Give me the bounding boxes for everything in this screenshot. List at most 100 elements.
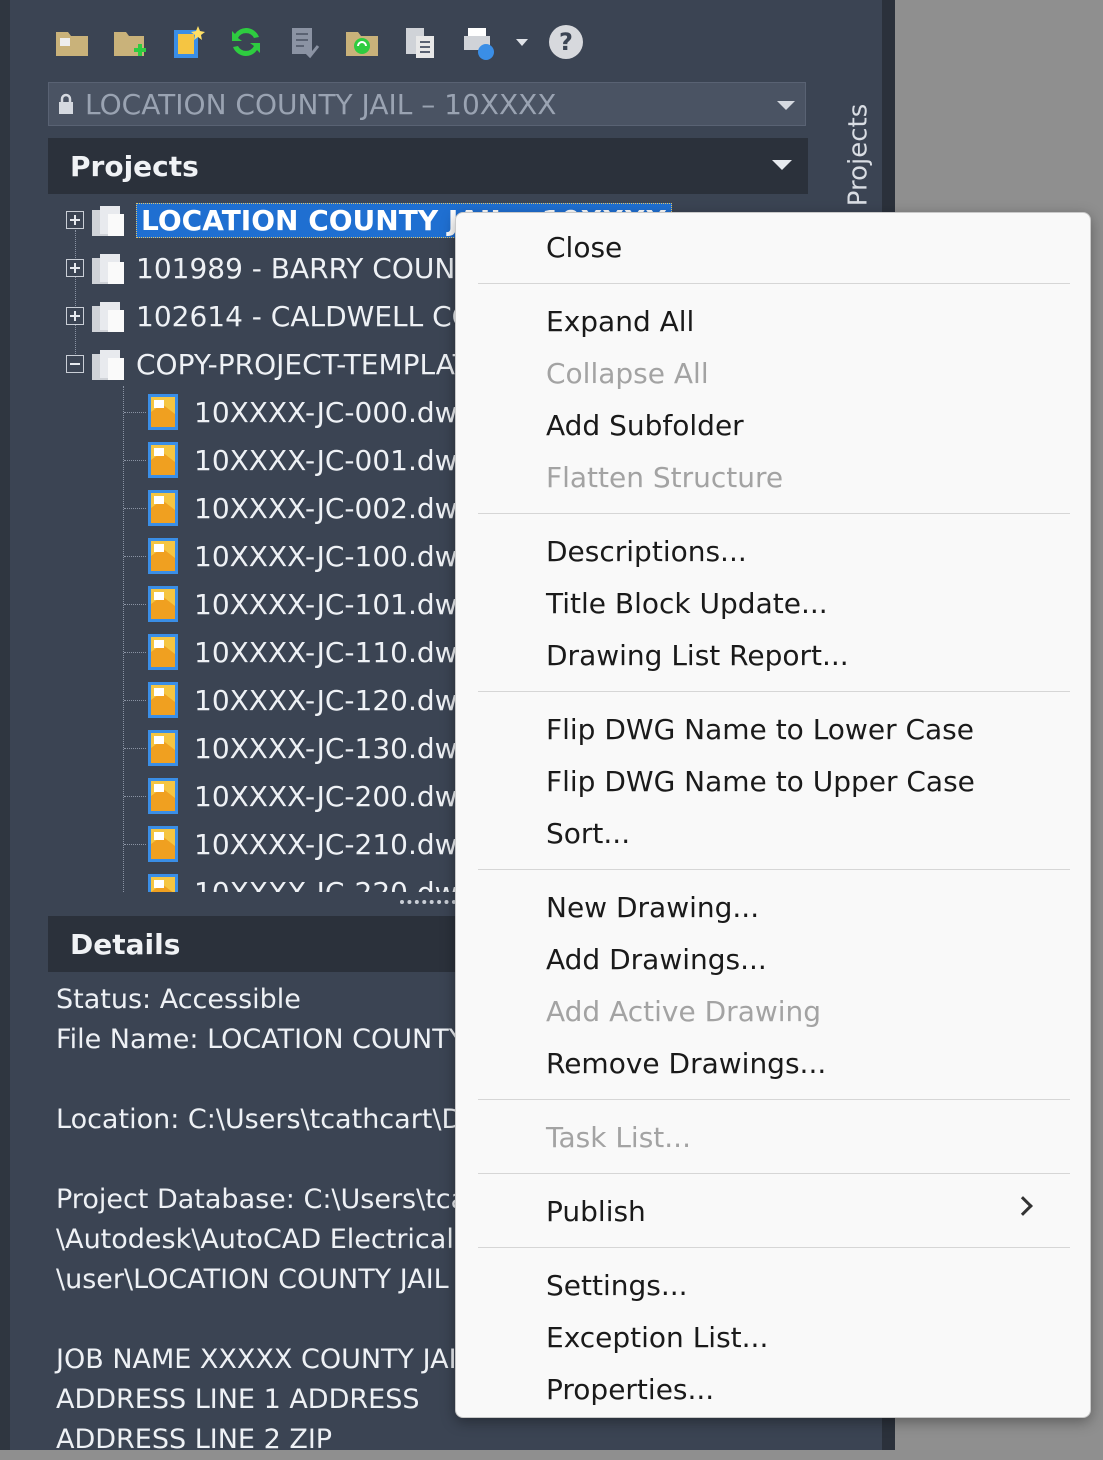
details-header-label: Details [70,927,181,961]
tree-drawing-item[interactable]: 10XXXX-JC-130.dwg [146,724,475,772]
tree-drawing-item[interactable]: 10XXXX-JC-120.dwg [146,676,475,724]
project-folder-icon [92,350,124,380]
menu-item-properties[interactable]: Properties... [546,1363,1066,1415]
tree-drawing-item[interactable]: 10XXXX-JC-001.dwg [146,436,475,484]
tree-drawing-label: 10XXXX-JC-002.dwg [194,491,476,525]
menu-item-flip-dwg-name-to-upper-case[interactable]: Flip DWG Name to Upper Case [546,755,1066,807]
menu-item-sort[interactable]: Sort... [546,807,1066,859]
project-folder-icon [92,206,124,236]
tree-guide-line [124,556,146,557]
menu-item-label: Collapse All [546,356,709,390]
replace-icon[interactable] [338,18,386,66]
tree-drawing-item[interactable]: 10XXXX-JC-200.dwg [146,772,475,820]
menu-item-close[interactable]: Close [546,221,1066,273]
menu-item-publish[interactable]: Publish [546,1185,1066,1237]
details-line: ADDRESS LINE 2 ZIP [56,1424,333,1455]
menu-item-add-subfolder[interactable]: Add Subfolder [546,399,1066,451]
tree-drawing-item[interactable]: 10XXXX-JC-220.dwg [146,868,475,892]
menu-separator [478,1099,1070,1100]
tree-guide-line [124,796,146,797]
chevron-down-icon [777,101,795,110]
menu-separator [478,1173,1070,1174]
help-icon[interactable]: ? [542,18,590,66]
refresh-icon[interactable] [222,18,270,66]
menu-separator [478,1247,1070,1248]
projects-header-label: Projects [70,149,199,183]
menu-item-label: Title Block Update... [546,586,828,620]
menu-item-task-list: Task List... [546,1111,1066,1163]
dwg-file-icon [148,730,178,766]
menu-item-flatten-structure: Flatten Structure [546,451,1066,503]
tree-project-item[interactable]: 101989 - BARRY COUNTY [66,244,490,292]
tree-drawing-label: 10XXXX-JC-120.dwg [194,683,476,717]
projects-header[interactable]: Projects [48,138,808,194]
lock-icon [57,93,83,115]
menu-item-drawing-list-report[interactable]: Drawing List Report... [546,629,1066,681]
menu-item-settings[interactable]: Settings... [546,1259,1066,1311]
tree-drawing-item[interactable]: 10XXXX-JC-002.dwg [146,484,475,532]
expand-plus-icon[interactable] [66,259,84,277]
menu-item-label: Flatten Structure [546,460,784,494]
project-dropdown[interactable]: LOCATION COUNTY JAIL – 10XXXX [48,82,806,126]
tree-project-item[interactable]: COPY-PROJECT-TEMPLATE [66,340,488,388]
check-icon[interactable] [280,18,328,66]
menu-item-label: Flip DWG Name to Upper Case [546,764,975,798]
menu-item-exception-list[interactable]: Exception List... [546,1311,1066,1363]
context-menu: Close Expand All Collapse All Add Subfolder… [455,212,1091,1418]
menu-item-new-drawing[interactable]: New Drawing... [546,881,1066,933]
tree-guide-line [124,844,146,845]
collapse-minus-icon[interactable] [66,355,84,373]
tree-drawing-label: 10XXXX-JC-101.dwg [194,587,476,621]
menu-separator [478,869,1070,870]
chevron-down-icon[interactable] [772,160,792,170]
dwg-file-icon [148,778,178,814]
tree-drawing-item[interactable]: 10XXXX-JC-101.dwg [146,580,475,628]
project-folder-icon [92,254,124,284]
left-edge [0,0,10,1450]
open-project-icon[interactable] [48,18,96,66]
tree-drawing-item[interactable]: 10XXXX-JC-210.dwg [146,820,475,868]
projects-side-tab[interactable]: Projects [838,100,878,210]
dwg-file-icon [148,634,178,670]
tree-drawing-item[interactable]: 10XXXX-JC-100.dwg [146,532,475,580]
tree-guide-line [124,508,146,509]
plot-icon[interactable] [454,18,502,66]
splitter-grip-icon [400,900,456,908]
list-icon[interactable] [396,18,444,66]
dwg-file-icon [148,874,178,892]
projects-side-tab-label: Projects [843,103,874,207]
project-dropdown-value: LOCATION COUNTY JAIL – 10XXXX [85,87,557,121]
menu-item-add-drawings[interactable]: Add Drawings... [546,933,1066,985]
project-toolbar: ? [48,18,590,66]
menu-item-label: Settings... [546,1268,688,1302]
new-drawing-icon[interactable] [164,18,212,66]
menu-item-label: Sort... [546,816,631,850]
tree-guide-line [124,412,146,413]
menu-item-remove-drawings[interactable]: Remove Drawings... [546,1037,1066,1089]
tree-drawing-label: 10XXXX-JC-130.dwg [194,731,476,765]
tree-drawing-label: 10XXXX-JC-210.dwg [194,827,476,861]
menu-item-label: New Drawing... [546,890,760,924]
tree-drawing-item[interactable]: 10XXXX-JC-110.dwg [146,628,475,676]
expand-plus-icon[interactable] [66,307,84,325]
menu-item-expand-all[interactable]: Expand All [546,295,1066,347]
tree-guide-line [124,604,146,605]
tree-drawing-label: 10XXXX-JC-001.dwg [194,443,476,477]
menu-item-flip-dwg-name-to-lower-case[interactable]: Flip DWG Name to Lower Case [546,703,1066,755]
dwg-file-icon [148,682,178,718]
tree-project-label: COPY-PROJECT-TEMPLATE [136,347,488,381]
menu-item-label: Publish [546,1194,646,1228]
tree-drawing-item[interactable]: 10XXXX-JC-000.dwg [146,388,475,436]
expand-plus-icon[interactable] [66,211,84,229]
new-project-icon[interactable] [106,18,154,66]
menu-separator [478,691,1070,692]
menu-item-descriptions[interactable]: Descriptions... [546,525,1066,577]
menu-item-label: Remove Drawings... [546,1046,827,1080]
tree-drawing-label: 10XXXX-JC-110.dwg [194,635,476,669]
project-folder-icon [92,302,124,332]
dropdown-icon[interactable] [512,18,532,66]
menu-item-title-block-update[interactable]: Title Block Update... [546,577,1066,629]
tree-guide-line [124,748,146,749]
tree-guide-line [124,460,146,461]
tree-drawing-label: 10XXXX-JC-200.dwg [194,779,476,813]
